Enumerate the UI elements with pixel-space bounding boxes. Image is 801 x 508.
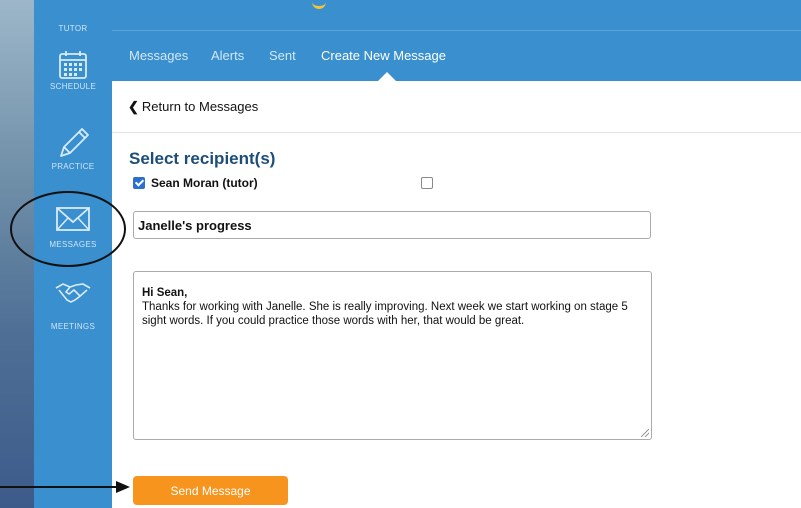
annotation-ellipse [10,191,126,267]
annotation-overlay [0,191,130,493]
annotation-arrow-head [116,481,130,493]
